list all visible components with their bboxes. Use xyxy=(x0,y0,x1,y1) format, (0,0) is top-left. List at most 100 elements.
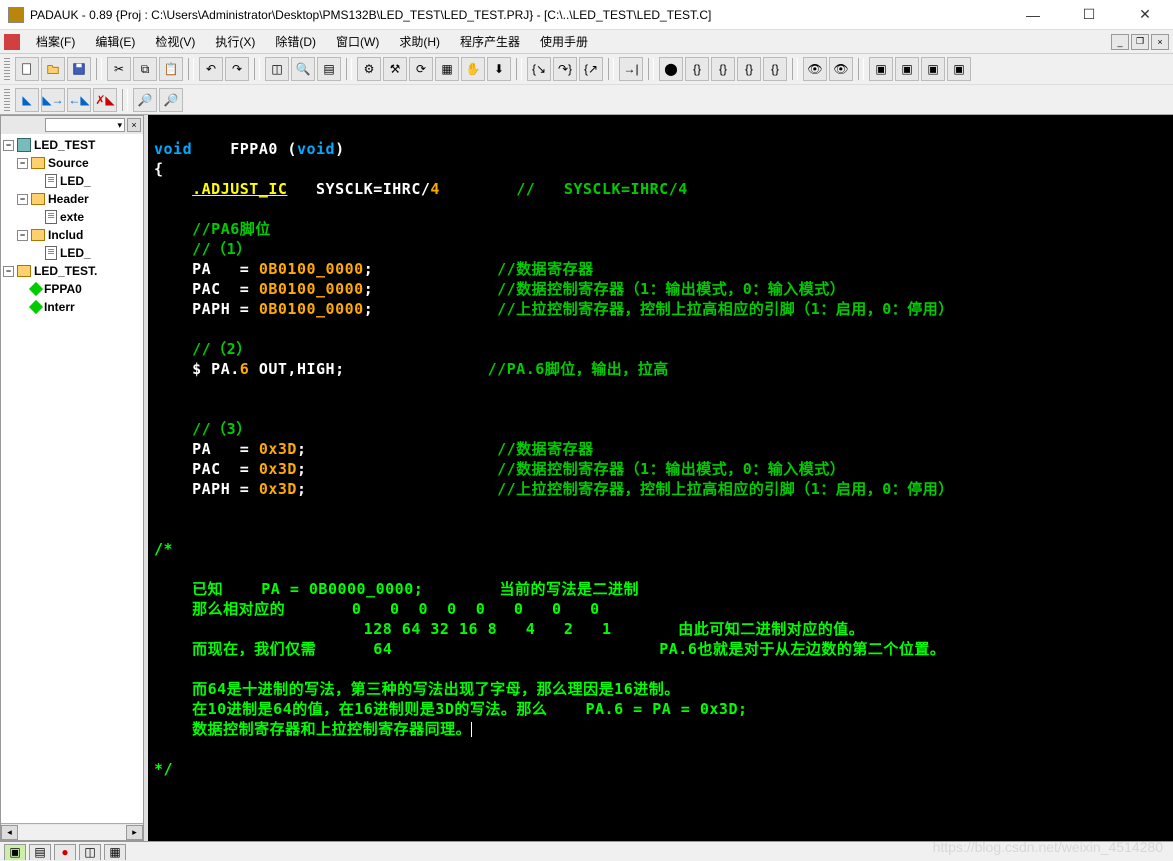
bookmark-next-icon[interactable]: ◣→ xyxy=(41,88,65,112)
tree-file-include[interactable]: LED_ xyxy=(3,244,141,262)
menu-window[interactable]: 窗口(W) xyxy=(328,31,387,52)
project-sidebar: ▾ × −LED_TEST −Source LED_ −Header exte … xyxy=(0,115,144,841)
open-file-icon[interactable] xyxy=(41,57,65,81)
text-cursor xyxy=(471,722,472,737)
mdi-restore[interactable]: ❐ xyxy=(1131,34,1149,50)
br3-icon[interactable]: {} xyxy=(737,57,761,81)
tree-label: Interr xyxy=(44,300,75,314)
sidebar-toggle-icon[interactable]: ◫ xyxy=(265,57,289,81)
sidebar-close-icon[interactable]: × xyxy=(127,118,141,132)
menu-file[interactable]: 档案(F) xyxy=(28,31,83,52)
step-over-icon[interactable]: ↷} xyxy=(553,57,577,81)
tree-fn-fppa0[interactable]: FPPA0 xyxy=(3,280,141,298)
title-text: PADAUK - 0.89 {Proj : C:\Users\Administr… xyxy=(30,8,1013,22)
close-button[interactable]: ✕ xyxy=(1125,3,1165,27)
toolbar-grip-2[interactable] xyxy=(4,89,10,111)
bottom-tabs: ▣ ▤ ● ◫ ▦ xyxy=(0,841,1173,861)
tab2-icon[interactable]: ▤ xyxy=(29,844,51,860)
toolbar-row-2: ◣ ◣→ ←◣ ✗◣ 🔎 🔎 xyxy=(0,84,1173,114)
tree-file-header[interactable]: exte xyxy=(3,208,141,226)
tree-label: LED_ xyxy=(60,246,91,260)
win3-icon[interactable]: ▣ xyxy=(921,57,945,81)
menu-icon xyxy=(4,34,20,50)
step-out-icon[interactable]: {↗ xyxy=(579,57,603,81)
watch2-icon[interactable]: 👁 xyxy=(829,57,853,81)
tree-label: exte xyxy=(60,210,84,224)
minimize-button[interactable]: — xyxy=(1013,3,1053,27)
tree-project-root[interactable]: −LED_TEST xyxy=(3,136,141,154)
find-text-icon[interactable]: 🔎 xyxy=(133,88,157,112)
main-area: ▾ × −LED_TEST −Source LED_ −Header exte … xyxy=(0,115,1173,841)
menu-help[interactable]: 求助(H) xyxy=(391,31,448,52)
toolbar-grip[interactable] xyxy=(4,58,10,80)
copy-icon[interactable]: ⧉ xyxy=(133,57,157,81)
find-icon[interactable]: 🔍 xyxy=(291,57,315,81)
output-icon[interactable]: ▤ xyxy=(317,57,341,81)
tree-project-prj[interactable]: −LED_TEST. xyxy=(3,262,141,280)
new-file-icon[interactable] xyxy=(15,57,39,81)
bookmark-prev-icon[interactable]: ←◣ xyxy=(67,88,91,112)
menu-edit[interactable]: 编辑(E) xyxy=(87,31,143,52)
menu-manual[interactable]: 使用手册 xyxy=(532,31,596,52)
mdi-minimize[interactable]: _ xyxy=(1111,34,1129,50)
step-into-icon[interactable]: {↘ xyxy=(527,57,551,81)
find-in-files-icon[interactable]: 🔎 xyxy=(159,88,183,112)
rebuild-icon[interactable]: ⟳ xyxy=(409,57,433,81)
tree-folder-source[interactable]: −Source xyxy=(3,154,141,172)
tree-label: Includ xyxy=(48,228,83,242)
menu-run[interactable]: 执行(X) xyxy=(207,31,263,52)
build-icon[interactable]: ⚙ xyxy=(357,57,381,81)
title-bar: PADAUK - 0.89 {Proj : C:\Users\Administr… xyxy=(0,0,1173,30)
maximize-button[interactable]: ☐ xyxy=(1069,3,1109,27)
tree-label: Header xyxy=(48,192,89,206)
bookmark-clear-icon[interactable]: ✗◣ xyxy=(93,88,117,112)
win2-icon[interactable]: ▣ xyxy=(895,57,919,81)
scroll-right-icon[interactable]: ▸ xyxy=(126,825,143,840)
tree-folder-include[interactable]: −Includ xyxy=(3,226,141,244)
tree-folder-header[interactable]: −Header xyxy=(3,190,141,208)
download-icon[interactable]: ⬇ xyxy=(487,57,511,81)
win4-icon[interactable]: ▣ xyxy=(947,57,971,81)
tree-label: FPPA0 xyxy=(44,282,82,296)
tree-label: Source xyxy=(48,156,89,170)
mdi-buttons: _ ❐ × xyxy=(1111,34,1169,50)
compile-icon[interactable]: ⚒ xyxy=(383,57,407,81)
redo-icon[interactable]: ↷ xyxy=(225,57,249,81)
menu-bar: 档案(F) 编辑(E) 检视(V) 执行(X) 除错(D) 窗口(W) 求助(H… xyxy=(0,30,1173,54)
project-tree[interactable]: −LED_TEST −Source LED_ −Header exte −Inc… xyxy=(1,134,143,823)
stop-build-icon[interactable]: ▦ xyxy=(435,57,459,81)
menu-debug[interactable]: 除错(D) xyxy=(267,31,324,52)
toolbars: ✂ ⧉ 📋 ↶ ↷ ◫ 🔍 ▤ ⚙ ⚒ ⟳ ▦ ✋ ⬇ {↘ ↷} {↗ →| … xyxy=(0,54,1173,115)
watch1-icon[interactable]: 👁 xyxy=(803,57,827,81)
menu-view[interactable]: 检视(V) xyxy=(147,31,203,52)
bookmark-toggle-icon[interactable]: ◣ xyxy=(15,88,39,112)
breakpoint-icon[interactable]: ⬤ xyxy=(659,57,683,81)
app-icon xyxy=(8,7,24,23)
br4-icon[interactable]: {} xyxy=(763,57,787,81)
tab4-icon[interactable]: ◫ xyxy=(79,844,101,860)
code-editor[interactable]: void FPPA0 (void) { .ADJUST_IC SYSCLK=IH… xyxy=(148,115,1173,841)
scroll-left-icon[interactable]: ◂ xyxy=(1,825,18,840)
br1-icon[interactable]: {} xyxy=(685,57,709,81)
sidebar-dropdown[interactable]: ▾ xyxy=(45,118,125,132)
run-to-icon[interactable]: →| xyxy=(619,57,643,81)
win1-icon[interactable]: ▣ xyxy=(869,57,893,81)
tree-label: LED_TEST xyxy=(34,138,95,152)
paste-icon[interactable]: 📋 xyxy=(159,57,183,81)
tree-label: LED_ xyxy=(60,174,91,188)
cut-icon[interactable]: ✂ xyxy=(107,57,131,81)
menu-codegen[interactable]: 程序产生器 xyxy=(452,31,528,52)
tree-fn-interrupt[interactable]: Interr xyxy=(3,298,141,316)
window-buttons: — ☐ ✕ xyxy=(1013,3,1165,27)
hand-icon[interactable]: ✋ xyxy=(461,57,485,81)
sidebar-hscroll[interactable]: ◂ ▸ xyxy=(1,823,143,840)
tab3-icon[interactable]: ● xyxy=(54,844,76,860)
tab1-icon[interactable]: ▣ xyxy=(4,844,26,860)
br2-icon[interactable]: {} xyxy=(711,57,735,81)
tree-label: LED_TEST. xyxy=(34,264,97,278)
tree-file-source[interactable]: LED_ xyxy=(3,172,141,190)
tab5-icon[interactable]: ▦ xyxy=(104,844,126,860)
save-icon[interactable] xyxy=(67,57,91,81)
undo-icon[interactable]: ↶ xyxy=(199,57,223,81)
mdi-close[interactable]: × xyxy=(1151,34,1169,50)
